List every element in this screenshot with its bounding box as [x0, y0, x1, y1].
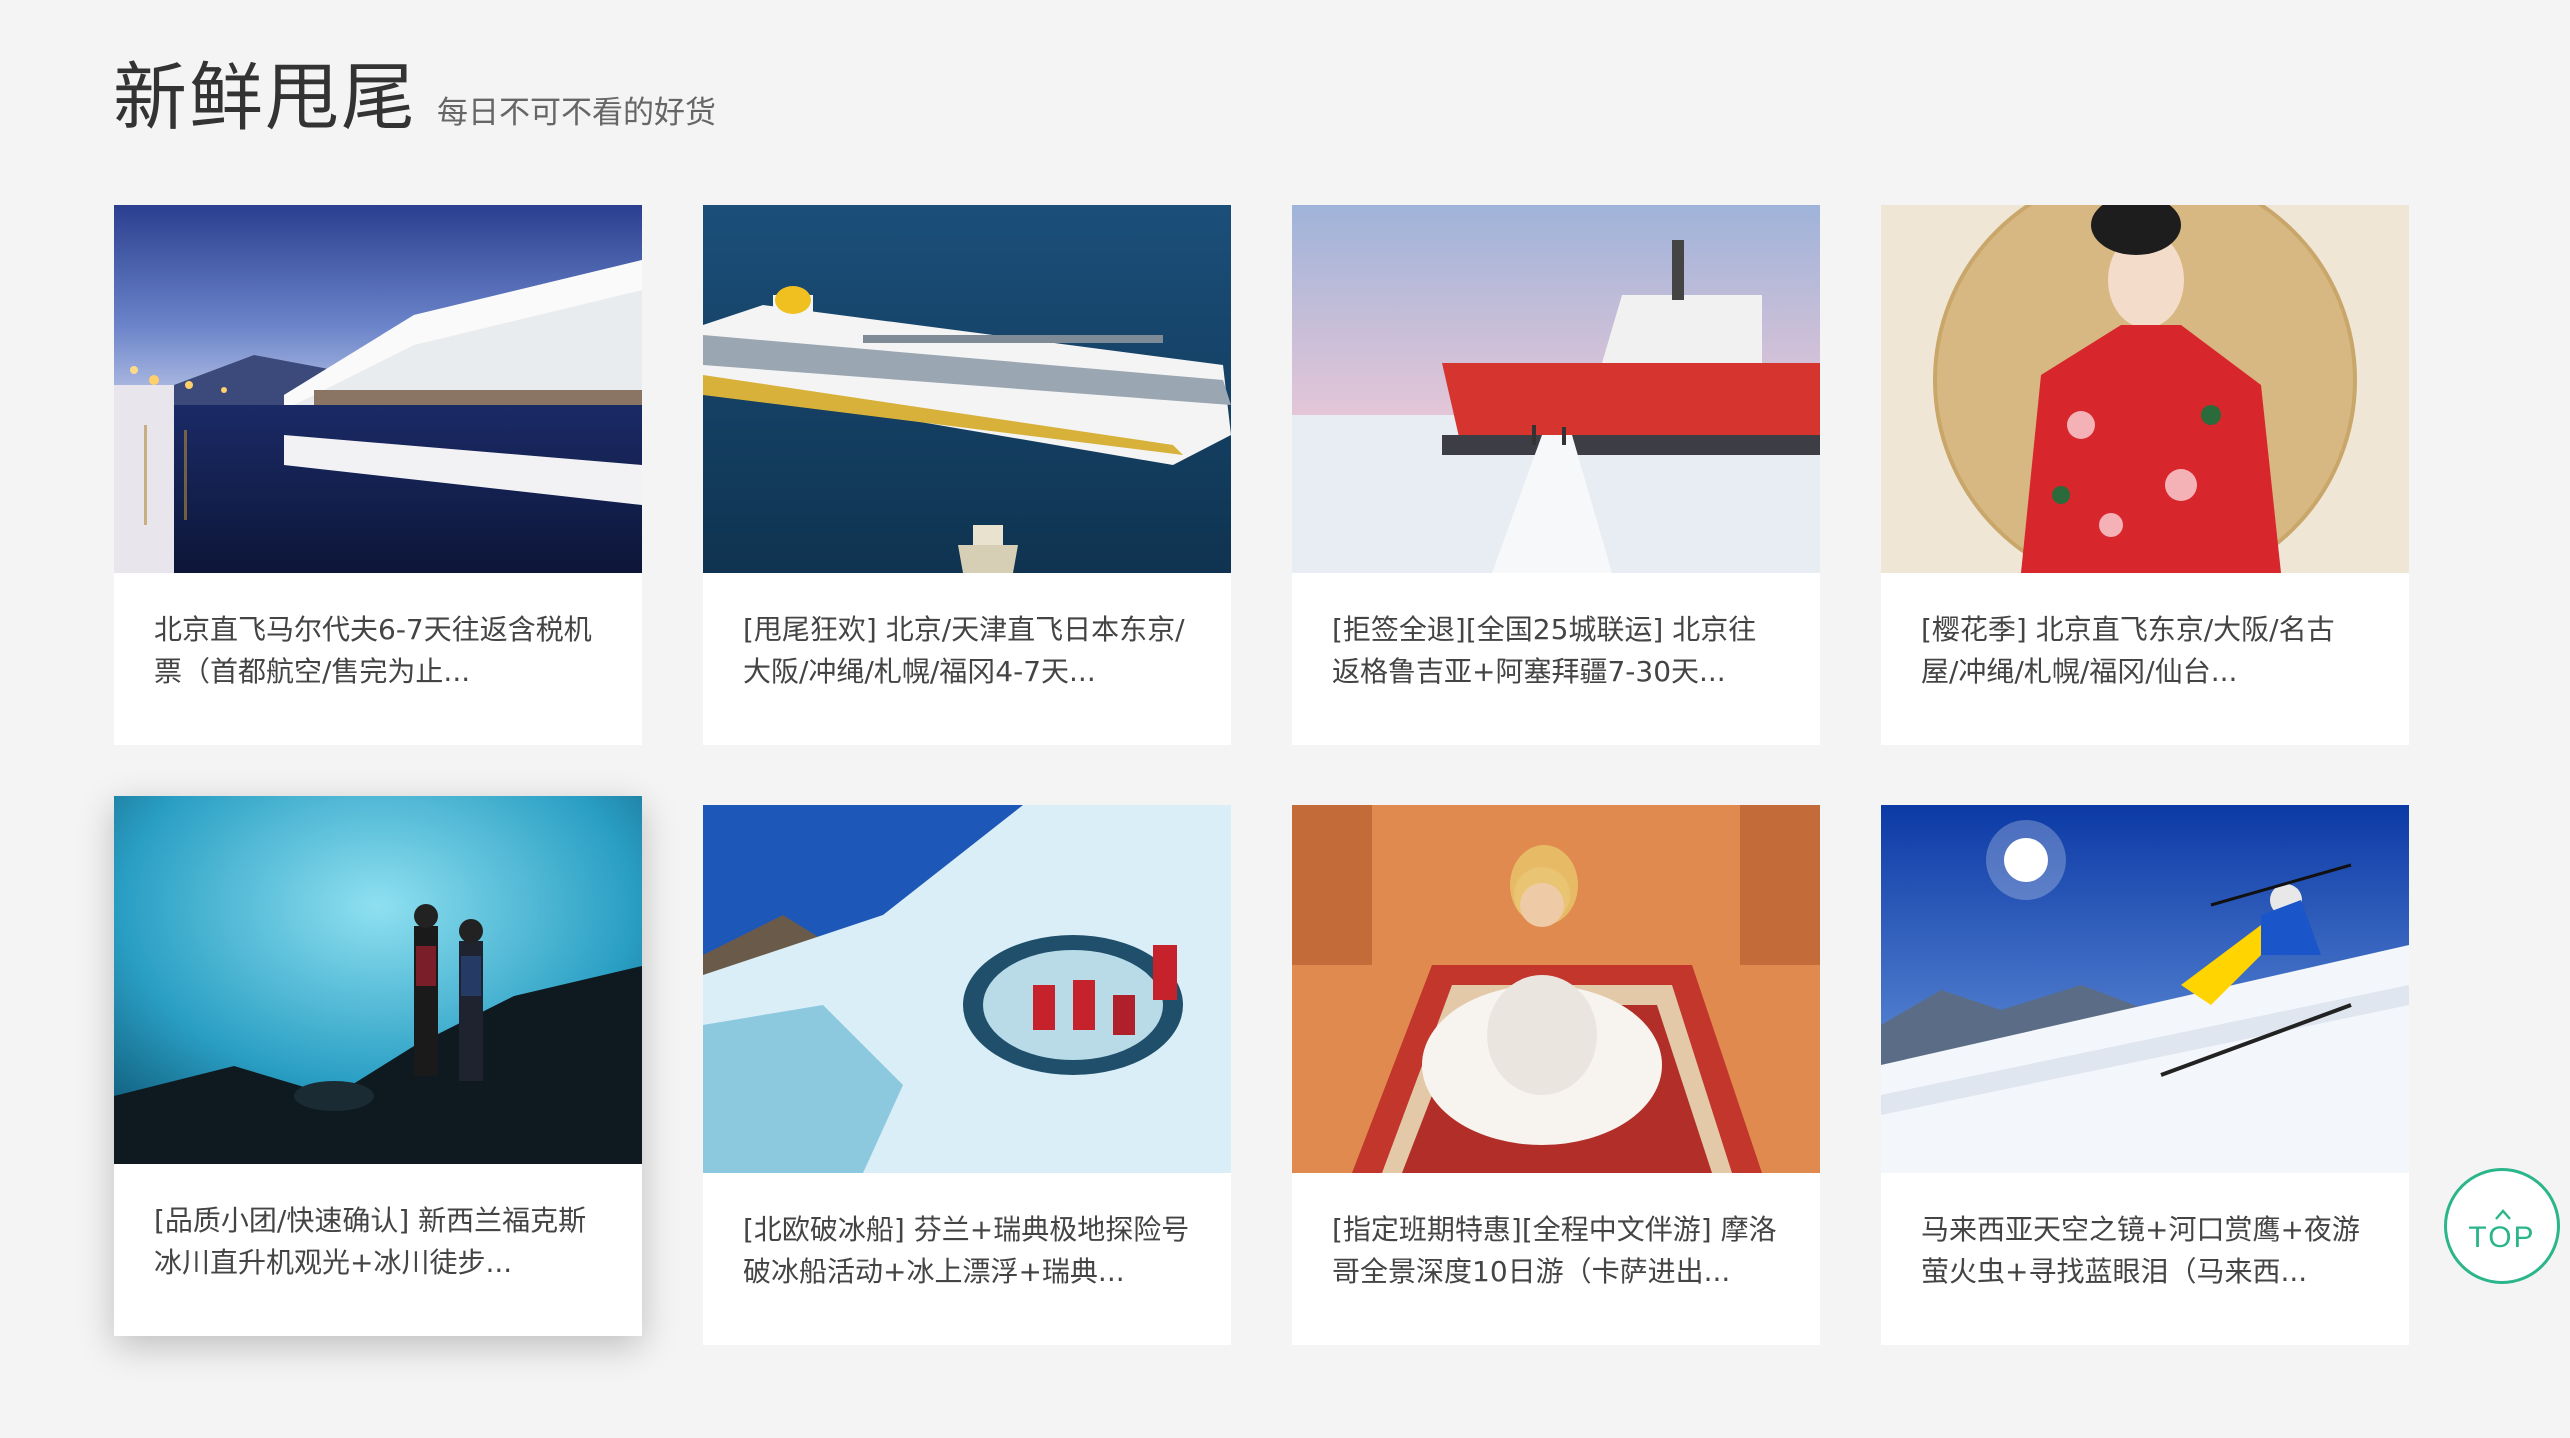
product-card[interactable]: [拒签全退][全国25城联运] 北京往返格鲁吉亚+阿塞拜疆7-30天...	[1292, 205, 1820, 745]
back-to-top-button[interactable]: TOP	[2444, 1168, 2560, 1284]
product-description[interactable]: [甩尾狂欢] 北京/天津直飞日本东京/大阪/冲绳/札幌/福冈4-7天...	[743, 609, 1193, 693]
product-image[interactable]	[1292, 805, 1820, 1173]
section-subtitle: 每日不可不看的好货	[437, 95, 716, 131]
section-header: 新鲜甩尾 每日不可不看的好货	[113, 38, 716, 145]
product-image[interactable]	[1292, 205, 1820, 573]
product-image[interactable]	[703, 805, 1231, 1173]
page: 新鲜甩尾 每日不可不看的好货 北京直飞马尔代夫6-7天往返含税机票（首都航空/售…	[0, 0, 2570, 1438]
product-description[interactable]: [拒签全退][全国25城联运] 北京往返格鲁吉亚+阿塞拜疆7-30天...	[1332, 609, 1782, 693]
product-description[interactable]: 北京直飞马尔代夫6-7天往返含税机票（首都航空/售完为止...	[154, 609, 604, 693]
product-card[interactable]: 马来西亚天空之镜+河口赏鹰+夜游萤火虫+寻找蓝眼泪（马来西...	[1881, 805, 2409, 1345]
product-image[interactable]	[114, 796, 642, 1164]
section-title: 新鲜甩尾	[113, 55, 417, 141]
product-description[interactable]: [北欧破冰船] 芬兰+瑞典极地探险号破冰船活动+冰上漂浮+瑞典...	[743, 1209, 1193, 1293]
product-image[interactable]	[1881, 205, 2409, 573]
back-to-top-label: TOP	[2468, 1221, 2536, 1254]
product-card[interactable]: 北京直飞马尔代夫6-7天往返含税机票（首都航空/售完为止...	[114, 205, 642, 745]
product-card[interactable]: [甩尾狂欢] 北京/天津直飞日本东京/大阪/冲绳/札幌/福冈4-7天...	[703, 205, 1231, 745]
product-card[interactable]: [品质小团/快速确认] 新西兰福克斯冰川直升机观光+冰川徒步...	[114, 796, 642, 1336]
product-description[interactable]: 马来西亚天空之镜+河口赏鹰+夜游萤火虫+寻找蓝眼泪（马来西...	[1921, 1209, 2371, 1293]
product-description[interactable]: [指定班期特惠][全程中文伴游] 摩洛哥全景深度10日游（卡萨进出...	[1332, 1209, 1782, 1293]
product-image[interactable]	[114, 205, 642, 573]
product-description[interactable]: [樱花季] 北京直飞东京/大阪/名古屋/冲绳/札幌/福冈/仙台...	[1921, 609, 2371, 693]
product-description[interactable]: [品质小团/快速确认] 新西兰福克斯冰川直升机观光+冰川徒步...	[154, 1200, 604, 1284]
product-card[interactable]: [北欧破冰船] 芬兰+瑞典极地探险号破冰船活动+冰上漂浮+瑞典...	[703, 805, 1231, 1345]
product-card[interactable]: [指定班期特惠][全程中文伴游] 摩洛哥全景深度10日游（卡萨进出...	[1292, 805, 1820, 1345]
product-image[interactable]	[703, 205, 1231, 573]
product-card[interactable]: [樱花季] 北京直飞东京/大阪/名古屋/冲绳/札幌/福冈/仙台...	[1881, 205, 2409, 745]
product-image[interactable]	[1881, 805, 2409, 1173]
